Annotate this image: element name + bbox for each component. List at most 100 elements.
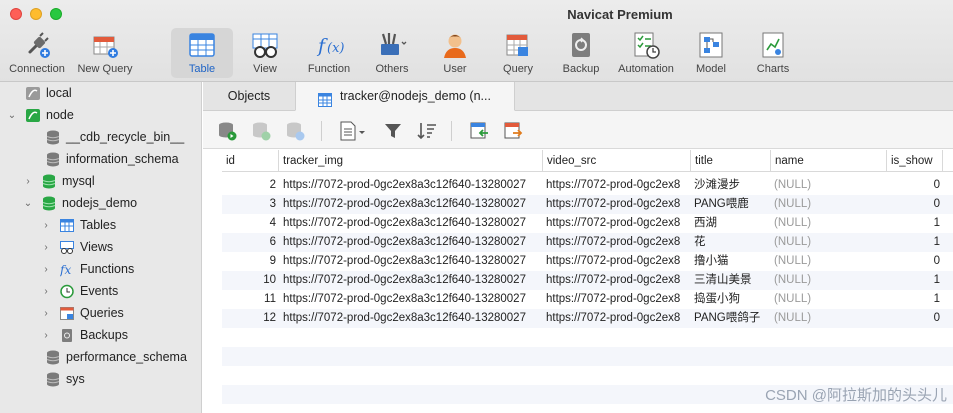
table-row[interactable]: 12 https://7072-prod-0gc2ex8a3c12f640-13… [222, 309, 953, 328]
cell-video-src[interactable]: https://7072-prod-0gc2ex8 [543, 252, 691, 271]
cell-tracker-img[interactable]: https://7072-prod-0gc2ex8a3c12f640-13280… [280, 214, 543, 233]
chevron-right-icon[interactable]: › [40, 220, 52, 231]
chevron-right-icon[interactable]: › [40, 308, 52, 319]
cell-is-show[interactable]: 1 [887, 214, 943, 233]
cell-video-src[interactable]: https://7072-prod-0gc2ex8 [543, 271, 691, 290]
tree-item-events[interactable]: › Events [0, 280, 202, 302]
cell-name[interactable]: (NULL) [771, 233, 887, 252]
begin-transaction-icon[interactable] [217, 121, 237, 141]
cell-title[interactable]: 西湖 [691, 214, 771, 233]
table-row[interactable]: 9 https://7072-prod-0gc2ex8a3c12f640-132… [222, 252, 953, 271]
toolbar-charts-button[interactable]: Charts [746, 28, 800, 78]
cell-is-show[interactable]: 0 [887, 195, 943, 214]
cell-tracker-img[interactable]: https://7072-prod-0gc2ex8a3c12f640-13280… [280, 176, 543, 195]
tree-item-node[interactable]: ⌄ node [0, 104, 202, 126]
tab-tracker-table[interactable]: tracker@nodejs_demo (n... [295, 82, 515, 111]
cell-id[interactable]: 12 [222, 309, 279, 328]
commit-icon[interactable] [251, 121, 271, 141]
toolbar-function-button[interactable]: f (x) Function [300, 28, 358, 78]
cell-title[interactable]: 撸小猫 [691, 252, 771, 271]
column-header-name[interactable]: name [771, 150, 887, 172]
sort-icon[interactable] [417, 121, 437, 141]
chevron-down-icon[interactable]: ⌄ [6, 110, 18, 121]
chevron-down-icon[interactable]: ⌄ [22, 198, 34, 209]
cell-tracker-img[interactable]: https://7072-prod-0gc2ex8a3c12f640-13280… [280, 233, 543, 252]
cell-tracker-img[interactable]: https://7072-prod-0gc2ex8a3c12f640-13280… [280, 195, 543, 214]
cell-title[interactable]: 花 [691, 233, 771, 252]
cell-name[interactable]: (NULL) [771, 214, 887, 233]
cell-id[interactable]: 6 [222, 233, 279, 252]
cell-id[interactable]: 10 [222, 271, 279, 290]
column-header-title[interactable]: title [691, 150, 771, 172]
cell-tracker-img[interactable]: https://7072-prod-0gc2ex8a3c12f640-13280… [280, 252, 543, 271]
chevron-right-icon[interactable]: › [40, 242, 52, 253]
cell-title[interactable]: PANG喂鹿 [691, 195, 771, 214]
chevron-right-icon[interactable]: › [40, 264, 52, 275]
toolbar-backup-button[interactable]: Backup [554, 28, 608, 78]
table-row[interactable]: 10 https://7072-prod-0gc2ex8a3c12f640-13… [222, 271, 953, 290]
cell-tracker-img[interactable]: https://7072-prod-0gc2ex8a3c12f640-13280… [280, 290, 543, 309]
tree-item-functions[interactable]: › fx Functions [0, 258, 202, 280]
toolbar-automation-button[interactable]: Automation [612, 28, 680, 78]
cell-title[interactable]: PANG喂鸽子 [691, 309, 771, 328]
cell-video-src[interactable]: https://7072-prod-0gc2ex8 [543, 176, 691, 195]
cell-is-show[interactable]: 0 [887, 252, 943, 271]
toolbar-connection-button[interactable]: Connection [4, 28, 70, 78]
cell-name[interactable]: (NULL) [771, 252, 887, 271]
tree-item-information-schema[interactable]: information_schema [0, 148, 202, 170]
chevron-right-icon[interactable]: › [22, 176, 34, 187]
chevron-right-icon[interactable]: › [40, 330, 52, 341]
tree-item-mysql[interactable]: › mysql [0, 170, 202, 192]
tree-item-cdb-recycle-bin[interactable]: __cdb_recycle_bin__ [0, 126, 202, 148]
table-row[interactable]: 3 https://7072-prod-0gc2ex8a3c12f640-132… [222, 195, 953, 214]
toolbar-view-button[interactable]: View [236, 28, 294, 78]
cell-video-src[interactable]: https://7072-prod-0gc2ex8 [543, 309, 691, 328]
cell-title[interactable]: 三清山美景 [691, 271, 771, 290]
tree-item-local[interactable]: local [0, 82, 202, 104]
cell-id[interactable]: 9 [222, 252, 279, 271]
cell-video-src[interactable]: https://7072-prod-0gc2ex8 [543, 233, 691, 252]
column-header-is-show[interactable]: is_show [887, 150, 943, 172]
cell-title[interactable]: 捣蛋小狗 [691, 290, 771, 309]
cell-name[interactable]: (NULL) [771, 309, 887, 328]
column-header-tracker-img[interactable]: tracker_img [279, 150, 543, 172]
tree-item-nodejs-demo[interactable]: ⌄ nodejs_demo [0, 192, 202, 214]
cell-is-show[interactable]: 0 [887, 176, 943, 195]
tree-item-sys[interactable]: sys [0, 368, 202, 390]
tree-item-performance-schema[interactable]: performance_schema [0, 346, 202, 368]
cell-id[interactable]: 11 [222, 290, 279, 309]
table-row[interactable]: 11 https://7072-prod-0gc2ex8a3c12f640-13… [222, 290, 953, 309]
table-row[interactable]: 6 https://7072-prod-0gc2ex8a3c12f640-132… [222, 233, 953, 252]
cell-video-src[interactable]: https://7072-prod-0gc2ex8 [543, 195, 691, 214]
export-icon[interactable] [503, 121, 523, 141]
cell-is-show[interactable]: 1 [887, 233, 943, 252]
column-header-id[interactable]: id [222, 150, 279, 172]
column-header-video-src[interactable]: video_src [543, 150, 691, 172]
cell-is-show[interactable]: 0 [887, 309, 943, 328]
cell-name[interactable]: (NULL) [771, 176, 887, 195]
tree-item-queries[interactable]: › Queries [0, 302, 202, 324]
cell-name[interactable]: (NULL) [771, 290, 887, 309]
filter-icon[interactable] [383, 121, 403, 141]
tree-item-views[interactable]: › Views [0, 236, 202, 258]
toolbar-query-button[interactable]: Query [490, 28, 546, 78]
toolbar-table-button[interactable]: Table [171, 28, 233, 78]
toolbar-model-button[interactable]: Model [684, 28, 738, 78]
tree-item-tables[interactable]: › Tables [0, 214, 202, 236]
cell-is-show[interactable]: 1 [887, 290, 943, 309]
toolbar-new-query-button[interactable]: New Query [74, 28, 136, 78]
table-row[interactable]: 2 https://7072-prod-0gc2ex8a3c12f640-132… [222, 176, 953, 195]
cell-tracker-img[interactable]: https://7072-prod-0gc2ex8a3c12f640-13280… [280, 309, 543, 328]
tree-item-backups[interactable]: › Backups [0, 324, 202, 346]
cell-name[interactable]: (NULL) [771, 271, 887, 290]
cell-video-src[interactable]: https://7072-prod-0gc2ex8 [543, 214, 691, 233]
text-view-icon[interactable] [339, 121, 367, 141]
toolbar-others-button[interactable]: Others [363, 28, 421, 78]
cell-name[interactable]: (NULL) [771, 195, 887, 214]
cell-is-show[interactable]: 1 [887, 271, 943, 290]
cell-id[interactable]: 4 [222, 214, 279, 233]
tab-objects[interactable]: Objects [203, 82, 295, 111]
cell-tracker-img[interactable]: https://7072-prod-0gc2ex8a3c12f640-13280… [280, 271, 543, 290]
import-icon[interactable] [469, 121, 489, 141]
cell-video-src[interactable]: https://7072-prod-0gc2ex8 [543, 290, 691, 309]
